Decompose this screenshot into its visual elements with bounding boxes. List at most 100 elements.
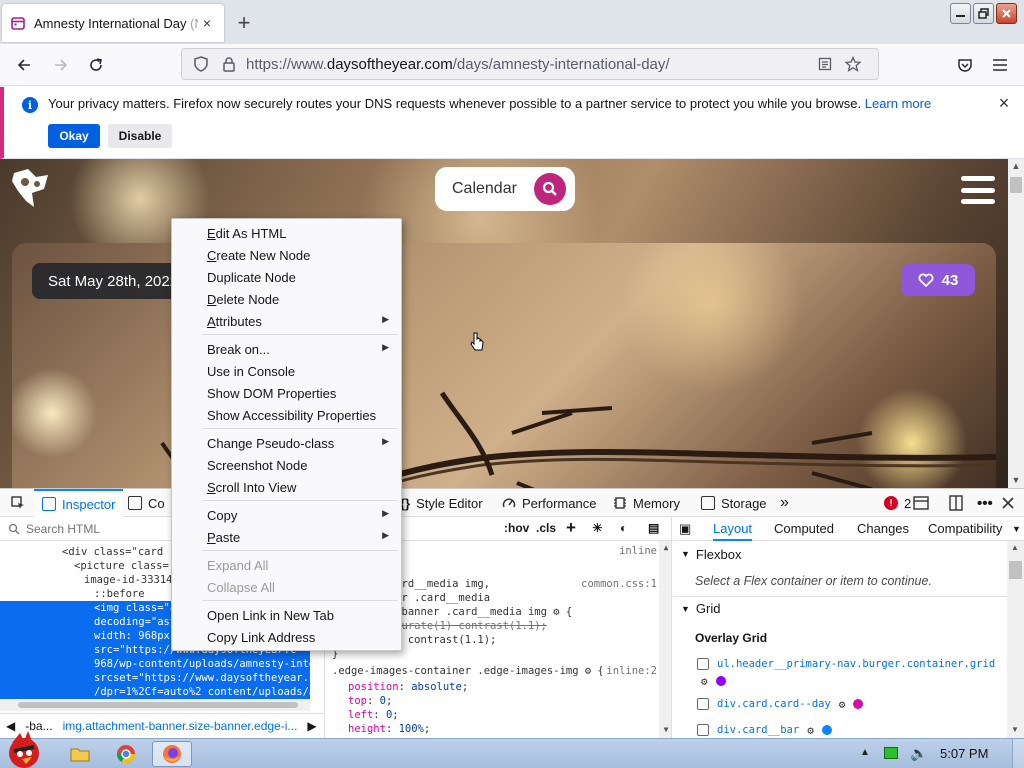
rules-scrollbar[interactable]: ▲ ▼ <box>659 541 671 738</box>
context-menu-item[interactable]: Break on... ▶ <box>173 338 401 360</box>
site-menu-icon[interactable] <box>961 176 995 204</box>
markup-line[interactable]: 968/wp-content/uploads/amnesty-inter <box>0 657 310 671</box>
context-menu-item[interactable]: Create New Node <box>173 244 401 266</box>
devtools-options-icon[interactable]: ••• <box>977 489 993 517</box>
grid-checkbox[interactable] <box>697 724 709 736</box>
tab-storage[interactable]: Storage <box>701 489 767 517</box>
context-menu-item[interactable]: Delete Node <box>173 288 401 310</box>
notification-close-icon[interactable]: × <box>994 93 1014 113</box>
forward-arrow-icon[interactable] <box>46 50 76 80</box>
css-rule-line[interactable]: position: absolute; <box>332 680 657 694</box>
rules-scroll-down-icon[interactable]: ▼ <box>661 725 671 734</box>
css-rule-line[interactable]: top: 0; <box>332 694 657 708</box>
element-picker-icon[interactable] <box>6 489 30 517</box>
tab-changes[interactable]: Changes <box>857 521 909 536</box>
css-source-link[interactable]: common.css:1 <box>577 577 657 591</box>
window-minimize-button[interactable] <box>950 3 971 24</box>
okay-button[interactable]: Okay <box>48 124 100 148</box>
markup-line[interactable]: /dpr=1%2Cf=auto%2 content/uploads/a <box>0 685 310 699</box>
css-value[interactable]: 100% <box>399 723 424 735</box>
pocket-icon[interactable] <box>950 50 980 80</box>
more-sidebar-tabs-icon[interactable]: ▼ <box>1012 524 1021 534</box>
calendar-search-pill[interactable]: Calendar <box>435 167 575 211</box>
grid-item[interactable]: div.card.card--day ⚙ <box>697 696 864 712</box>
grid-checkbox[interactable] <box>697 698 709 710</box>
markup-horizontal-scrollbar[interactable] <box>0 699 310 711</box>
gear-icon[interactable]: ⚙ <box>701 675 708 688</box>
grid-color-swatch[interactable] <box>715 676 726 686</box>
context-menu-item[interactable]: Copy ▶ <box>173 504 401 526</box>
start-button-bird-icon[interactable] <box>2 729 48 768</box>
css-property[interactable]: top <box>348 695 367 707</box>
active-tab[interactable]: Amnesty International Day (N × <box>2 4 224 42</box>
page-scroll-thumb[interactable] <box>1010 177 1022 193</box>
context-menu-item[interactable]: Show DOM Properties <box>173 382 401 404</box>
split-console-icon[interactable] <box>913 489 929 517</box>
sidebar-pane-icon[interactable]: ▣ <box>679 521 691 537</box>
grid-color-swatch[interactable] <box>821 725 832 735</box>
hamburger-menu-icon[interactable] <box>985 50 1015 80</box>
grid-section-header[interactable]: ▼ Grid <box>673 596 1008 620</box>
layout-scroll-down-icon[interactable]: ▼ <box>1010 725 1020 734</box>
css-value[interactable]: absolute <box>411 681 462 693</box>
css-rule-line[interactable]: left: 0; <box>332 708 657 722</box>
css-source-link[interactable]: inline <box>615 544 657 558</box>
window-close-button[interactable] <box>996 3 1017 24</box>
context-menu-item[interactable]: Use in Console <box>173 360 401 382</box>
show-desktop-button[interactable] <box>1012 739 1024 768</box>
grid-color-swatch[interactable] <box>853 699 864 709</box>
markup-line[interactable]: srcset="https://www.daysoftheyear.co <box>0 671 310 685</box>
bookmark-star-icon[interactable] <box>842 54 864 74</box>
reader-view-icon[interactable] <box>814 54 836 74</box>
file-explorer-folder-icon[interactable] <box>60 741 100 767</box>
like-button[interactable]: 43 <box>901 264 975 296</box>
context-menu-item[interactable]: Scroll Into View <box>173 476 401 498</box>
address-bar[interactable]: https://www.daysoftheyear.com/days/amnes… <box>181 48 879 80</box>
tab-console[interactable]: Co <box>128 489 165 517</box>
grid-item[interactable]: div.card__bar ⚙ <box>697 722 832 738</box>
context-menu-item[interactable]: Change Pseudo-class ▶ <box>173 432 401 454</box>
gear-icon[interactable]: ⚙ <box>839 698 846 711</box>
more-tabs-chevron-icon[interactable]: » <box>780 489 789 517</box>
grid-checkbox[interactable] <box>697 658 709 670</box>
css-property[interactable]: height <box>348 723 386 735</box>
css-property[interactable]: position <box>348 681 399 693</box>
layout-scroll-thumb[interactable] <box>1009 561 1022 579</box>
tab-layout[interactable]: Layout <box>713 521 753 541</box>
tab-computed[interactable]: Computed <box>774 521 834 536</box>
tab-performance[interactable]: Performance <box>502 489 596 517</box>
error-count-badge[interactable]: ! 2 <box>884 489 911 517</box>
gear-icon[interactable]: ⚙ <box>807 724 814 737</box>
context-menu-item[interactable]: Attributes ▶ <box>173 310 401 332</box>
scroll-down-arrow-icon[interactable]: ▼ <box>1011 475 1021 485</box>
context-menu-item[interactable]: Open Link in New Tab <box>173 604 401 626</box>
taskbar-clock[interactable]: 5:07 PM <box>940 746 988 761</box>
devtools-close-icon[interactable] <box>1002 489 1014 517</box>
context-menu-item[interactable]: Show Accessibility Properties <box>173 404 401 426</box>
scroll-up-arrow-icon[interactable]: ▲ <box>1011 161 1021 171</box>
learn-more-link[interactable]: Learn more <box>865 96 931 111</box>
context-menu-item[interactable]: Edit As HTML <box>173 222 401 244</box>
flexbox-section-header[interactable]: ▼ Flexbox <box>673 542 1008 566</box>
context-menu-item[interactable]: Duplicate Node <box>173 266 401 288</box>
layout-scrollbar[interactable]: ▲ ▼ <box>1007 541 1024 738</box>
tab-inspector[interactable]: Inspector <box>34 489 124 517</box>
tab-close-icon[interactable]: × <box>198 14 216 32</box>
window-restore-button[interactable] <box>973 3 994 24</box>
url-text[interactable]: https://www.daysoftheyear.com/days/amnes… <box>246 56 814 73</box>
network-icon[interactable] <box>884 747 898 759</box>
context-menu-item[interactable]: Copy Link Address <box>173 626 401 648</box>
site-logo[interactable] <box>10 167 52 211</box>
css-rule-line[interactable]: height: 100%; <box>332 722 657 736</box>
tracking-shield-icon[interactable] <box>190 54 212 74</box>
back-arrow-icon[interactable] <box>9 50 39 80</box>
chrome-icon[interactable] <box>106 741 146 767</box>
reload-icon[interactable] <box>81 50 111 80</box>
css-rule-line[interactable]: .edge-images-container .edge-images-img … <box>332 664 657 678</box>
css-property[interactable]: left <box>348 709 373 721</box>
tab-style-editor[interactable]: {} Style Editor <box>400 489 483 517</box>
dock-side-icon[interactable] <box>949 489 963 517</box>
breadcrumb-right-arrow-icon[interactable]: ▶ <box>307 719 316 733</box>
rules-scroll-up-icon[interactable]: ▲ <box>661 543 671 552</box>
volume-icon[interactable]: 🔈 <box>910 745 927 762</box>
